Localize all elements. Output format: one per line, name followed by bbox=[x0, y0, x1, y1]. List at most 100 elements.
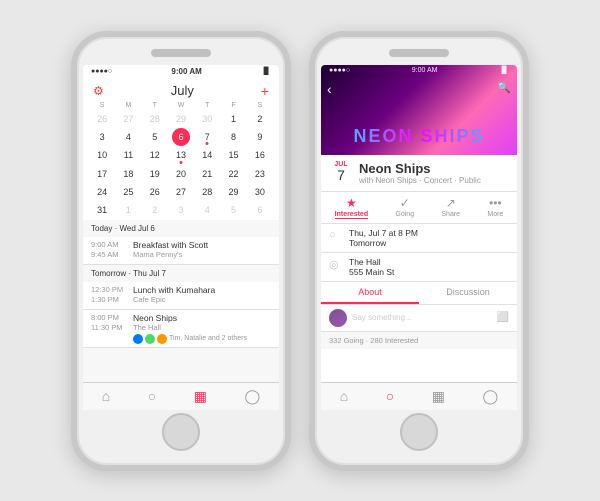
image-icon[interactable]: ⬜ bbox=[497, 312, 509, 323]
event-neon-ships[interactable]: 8:00 PM 11:30 PM Neon Ships The Hall Tim… bbox=[83, 310, 279, 348]
event-time-label: Thu, Jul 7 at 8 PM bbox=[349, 228, 418, 238]
tab-profile[interactable]: ◯ bbox=[245, 388, 261, 405]
cal-day[interactable]: 26 bbox=[142, 183, 168, 201]
action-interested-label: Interested bbox=[335, 211, 368, 219]
cal-day[interactable]: 29 bbox=[220, 183, 246, 201]
add-event-icon[interactable]: + bbox=[261, 83, 269, 99]
comment-input[interactable]: Say something... bbox=[352, 313, 492, 322]
event-date-badge: JUL 7 bbox=[329, 161, 353, 182]
action-more-label: More bbox=[487, 211, 503, 218]
cal-day[interactable]: 28 bbox=[194, 183, 220, 201]
calendar-week-3: 10 11 12 13 14 15 16 bbox=[89, 146, 273, 164]
power-button[interactable] bbox=[289, 127, 291, 157]
event-hero-title: NEON SHIPS bbox=[321, 126, 517, 147]
calendar-header: ⚙ July + bbox=[83, 79, 279, 101]
calendar-week-1: 26 27 28 29 30 1 2 bbox=[89, 110, 273, 128]
event-location-secondary: 555 Main St bbox=[349, 267, 394, 277]
volume-down-button[interactable] bbox=[71, 147, 73, 169]
location-icon: ◎ bbox=[329, 258, 343, 271]
cal-day[interactable]: 10 bbox=[89, 146, 115, 164]
cal-day[interactable]: 27 bbox=[168, 183, 194, 201]
cal-day[interactable]: 18 bbox=[115, 165, 141, 183]
event-breakfast[interactable]: 9:00 AM 9:45 AM Breakfast with Scott Mam… bbox=[83, 237, 279, 265]
cal-day[interactable]: 23 bbox=[247, 165, 273, 183]
cal-day[interactable]: 4 bbox=[115, 128, 141, 146]
hero-battery: ▐▌ bbox=[499, 67, 509, 74]
cal-day[interactable]: 25 bbox=[115, 183, 141, 201]
event-lunch[interactable]: 12:30 PM 1:30 PM Lunch with Kumahara Caf… bbox=[83, 282, 279, 310]
cal-day[interactable]: 6 bbox=[247, 201, 273, 219]
power-button[interactable] bbox=[527, 127, 529, 157]
event-details: Breakfast with Scott Mama Penny's bbox=[133, 240, 271, 261]
going-count: 332 Going · 280 Interested bbox=[321, 332, 517, 349]
volume-up-button[interactable] bbox=[71, 117, 73, 139]
cal-day[interactable]: 3 bbox=[168, 201, 194, 219]
event-info: JUL 7 Neon Ships with Neon Ships · Conce… bbox=[321, 155, 517, 192]
cal-day[interactable]: 4 bbox=[194, 201, 220, 219]
tab-calendar[interactable]: ▦ bbox=[194, 388, 207, 405]
event-hero: ●●●●○ 9:00 AM ▐▌ ‹ 🔍 NEON SHIPS bbox=[321, 65, 517, 155]
event-title: Breakfast with Scott bbox=[133, 240, 271, 250]
tab-profile[interactable]: ◯ bbox=[483, 388, 499, 405]
event-title: Lunch with Kumahara bbox=[133, 285, 271, 295]
cal-day[interactable]: 22 bbox=[220, 165, 246, 183]
cal-day[interactable]: 8 bbox=[220, 128, 246, 146]
cal-day[interactable]: 7 bbox=[194, 128, 220, 146]
volume-up-button[interactable] bbox=[309, 117, 311, 139]
cal-day[interactable]: 29 bbox=[168, 110, 194, 128]
more-icon: ••• bbox=[489, 196, 502, 210]
cal-day[interactable]: 17 bbox=[89, 165, 115, 183]
event-screen: ●●●●○ 9:00 AM ▐▌ ‹ 🔍 NEON SHIPS JUL 7 Ne… bbox=[321, 65, 517, 410]
cal-day[interactable]: 9 bbox=[247, 128, 273, 146]
search-button[interactable]: 🔍 bbox=[497, 81, 511, 94]
cal-day[interactable]: 5 bbox=[220, 201, 246, 219]
today-section-header: Today · Wed Jul 6 bbox=[83, 220, 279, 237]
cal-day[interactable]: 30 bbox=[247, 183, 273, 201]
cal-day[interactable]: 27 bbox=[115, 110, 141, 128]
tab-home[interactable]: ⌂ bbox=[340, 388, 348, 404]
cal-day[interactable]: 20 bbox=[168, 165, 194, 183]
search-icon: ○ bbox=[148, 388, 156, 404]
cal-day[interactable]: 12 bbox=[142, 146, 168, 164]
cal-day[interactable]: 21 bbox=[194, 165, 220, 183]
back-button[interactable]: ‹ bbox=[327, 81, 332, 97]
calendar-phone: ●●●●○ 9:00 AM ▐▌ ⚙ July + S M T W T F bbox=[71, 31, 291, 471]
cal-day[interactable]: 14 bbox=[194, 146, 220, 164]
dow-wed: W bbox=[168, 101, 194, 110]
action-more[interactable]: ••• More bbox=[487, 196, 503, 219]
cal-day[interactable]: 5 bbox=[142, 128, 168, 146]
cal-day[interactable]: 31 bbox=[89, 201, 115, 219]
cal-day[interactable]: 19 bbox=[142, 165, 168, 183]
tab-search[interactable]: ○ bbox=[148, 388, 156, 404]
cal-day[interactable]: 1 bbox=[220, 110, 246, 128]
cal-day[interactable]: 13 bbox=[168, 146, 194, 164]
action-interested[interactable]: ★ Interested bbox=[335, 196, 368, 219]
status-bar: ●●●●○ 9:00 AM ▐▌ bbox=[83, 65, 279, 79]
settings-icon[interactable]: ⚙ bbox=[93, 84, 104, 98]
cal-day[interactable]: 3 bbox=[89, 128, 115, 146]
volume-down-button[interactable] bbox=[309, 147, 311, 169]
avatar-1 bbox=[133, 334, 143, 344]
tab-discussion[interactable]: Discussion bbox=[419, 282, 517, 304]
tab-search[interactable]: ○ bbox=[386, 388, 394, 404]
calendar-screen: ●●●●○ 9:00 AM ▐▌ ⚙ July + S M T W T F bbox=[83, 65, 279, 410]
action-share-label: Share bbox=[441, 211, 460, 218]
tab-calendar[interactable]: ▦ bbox=[432, 388, 445, 405]
action-share[interactable]: ↗ Share bbox=[441, 196, 460, 219]
cal-day[interactable]: 16 bbox=[247, 146, 273, 164]
cal-day[interactable]: 1 bbox=[115, 201, 141, 219]
cal-day[interactable]: 11 bbox=[115, 146, 141, 164]
cal-day[interactable]: 2 bbox=[247, 110, 273, 128]
cal-day[interactable]: 28 bbox=[142, 110, 168, 128]
tab-home[interactable]: ⌂ bbox=[102, 388, 110, 404]
cal-day[interactable]: 15 bbox=[220, 146, 246, 164]
cal-day[interactable]: 26 bbox=[89, 110, 115, 128]
tab-about[interactable]: About bbox=[321, 282, 419, 304]
profile-icon: ◯ bbox=[483, 388, 499, 405]
cal-day-today[interactable]: 6 bbox=[172, 128, 190, 146]
cal-day[interactable]: 2 bbox=[142, 201, 168, 219]
event-location-text: The Hall 555 Main St bbox=[349, 257, 394, 277]
action-going[interactable]: ✓ Going bbox=[395, 196, 414, 219]
cal-day[interactable]: 30 bbox=[194, 110, 220, 128]
cal-day[interactable]: 24 bbox=[89, 183, 115, 201]
